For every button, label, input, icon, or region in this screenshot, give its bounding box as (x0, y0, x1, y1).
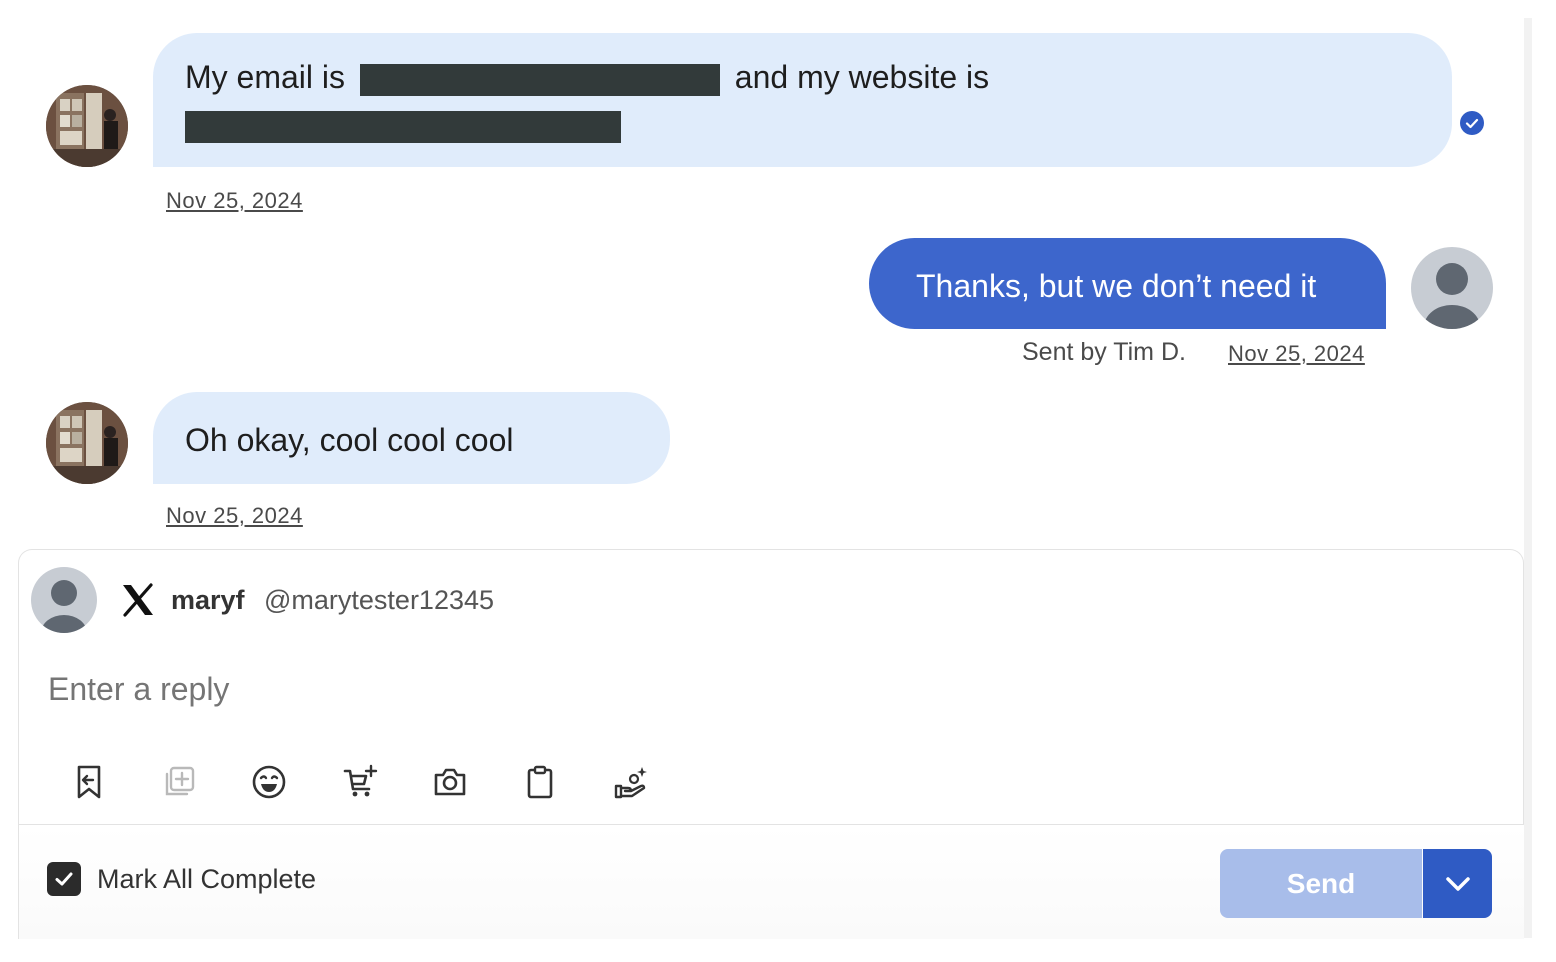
scrollbar[interactable] (1524, 18, 1532, 938)
recipient-name: maryf (171, 585, 245, 615)
emoji-icon[interactable] (247, 760, 291, 804)
message-text: Thanks, but we don’t need it (916, 268, 1317, 304)
message-date-link[interactable]: Nov 25, 2024 (1228, 341, 1365, 367)
message-text: and my website is (734, 59, 990, 95)
message-bubble-incoming: My email is and my website is (153, 33, 1452, 167)
customer-avatar (46, 85, 128, 167)
agent-avatar (1411, 247, 1493, 329)
sent-by-label: Sent by Tim D. (1022, 338, 1186, 366)
redacted-website (185, 110, 621, 143)
send-button[interactable]: Send (1220, 849, 1422, 918)
message-bubble-outgoing: Thanks, but we don’t need it (869, 238, 1386, 329)
send-options-dropdown[interactable] (1423, 849, 1492, 918)
clipboard-icon[interactable] (518, 760, 562, 804)
reply-bookmark-icon[interactable] (67, 760, 111, 804)
x-logo-icon (120, 582, 156, 618)
customer-avatar (46, 402, 128, 484)
camera-icon[interactable] (428, 760, 472, 804)
verified-check-icon (1460, 111, 1484, 135)
reply-input[interactable] (46, 662, 1500, 716)
mark-all-checkbox[interactable] (47, 862, 81, 896)
message-date-link[interactable]: Nov 25, 2024 (166, 503, 303, 529)
add-to-cart-icon[interactable] (338, 760, 382, 804)
recipient-avatar (31, 567, 97, 633)
message-text: Oh okay, cool cool cool (185, 422, 514, 458)
mark-all-label[interactable]: Mark All Complete (97, 864, 316, 895)
recipient-handle: @marytester12345 (264, 585, 495, 615)
redacted-email (359, 63, 720, 96)
add-media-icon[interactable] (157, 760, 201, 804)
message-text: My email is (185, 59, 346, 95)
checkmark-icon (55, 872, 73, 886)
message-bubble-incoming: Oh okay, cool cool cool (153, 392, 670, 484)
offer-hand-icon[interactable] (609, 760, 653, 804)
message-date-link[interactable]: Nov 25, 2024 (166, 188, 303, 214)
chevron-down-icon (1445, 876, 1470, 891)
